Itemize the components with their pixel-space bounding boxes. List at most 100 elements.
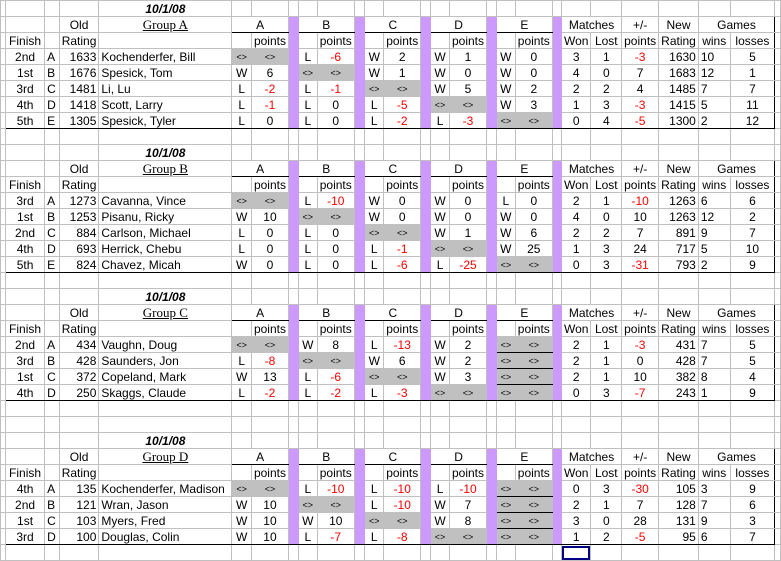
finish[interactable]: 5th [4, 256, 46, 273]
self-match-marker[interactable]: <> [316, 496, 355, 513]
divider[interactable] [420, 256, 432, 273]
match-points[interactable]: 10 [250, 512, 289, 529]
empty-cell[interactable] [495, 0, 516, 17]
opponent-header-d[interactable]: D [430, 304, 488, 321]
empty-cell[interactable] [420, 432, 432, 449]
header-lost[interactable]: Lost [590, 32, 623, 49]
empty-cell[interactable] [774, 144, 781, 161]
header-matches[interactable]: Matches [560, 448, 623, 465]
matches-won[interactable]: 2 [560, 352, 592, 369]
match-points[interactable]: 0 [250, 112, 289, 129]
empty-cell[interactable] [495, 144, 516, 161]
divider[interactable] [486, 384, 497, 401]
divider[interactable] [287, 496, 299, 513]
empty-cell[interactable] [621, 544, 660, 561]
games-losses[interactable]: 5 [729, 48, 776, 65]
empty-cell[interactable] [250, 544, 289, 561]
empty-cell[interactable] [486, 544, 497, 561]
match-result[interactable]: L [231, 112, 252, 129]
empty-cell[interactable] [287, 400, 299, 417]
empty-cell[interactable] [297, 144, 318, 161]
finish[interactable]: 4th [4, 384, 46, 401]
seed[interactable]: C [44, 368, 60, 385]
match-result[interactable]: L [364, 112, 385, 129]
match-result[interactable]: L [364, 240, 385, 257]
new-rating[interactable]: 105 [658, 480, 699, 497]
empty-cell[interactable] [658, 432, 699, 449]
empty-cell[interactable] [44, 432, 60, 449]
empty-cell[interactable] [774, 0, 781, 17]
empty-cell[interactable] [364, 32, 385, 49]
match-points[interactable]: 6 [250, 64, 289, 81]
header-losses[interactable]: losses [729, 176, 776, 193]
self-match-marker[interactable]: <> [514, 112, 553, 129]
divider[interactable] [551, 336, 562, 353]
matches-won[interactable]: 4 [560, 64, 592, 81]
new-rating[interactable]: 382 [658, 368, 699, 385]
divider[interactable] [420, 528, 432, 545]
empty-cell[interactable] [774, 192, 781, 209]
divider[interactable] [287, 32, 299, 49]
games-losses[interactable]: 1 [729, 64, 776, 81]
empty-cell[interactable] [4, 432, 46, 449]
empty-cell[interactable] [560, 0, 592, 17]
divider[interactable] [287, 384, 299, 401]
empty-cell[interactable] [364, 320, 385, 337]
new-rating[interactable]: 1300 [658, 112, 699, 129]
match-points[interactable]: 6 [514, 224, 553, 241]
empty-cell[interactable] [297, 128, 318, 145]
empty-cell[interactable] [448, 144, 488, 161]
empty-cell[interactable] [621, 144, 660, 161]
divider[interactable] [420, 240, 432, 257]
divider[interactable] [551, 96, 562, 113]
header-rating[interactable]: Rating [58, 464, 100, 481]
games-losses[interactable]: 7 [729, 528, 776, 545]
empty-cell[interactable] [495, 416, 516, 433]
matches-lost[interactable]: 3 [590, 256, 623, 273]
new-rating[interactable]: 1263 [658, 192, 699, 209]
match-result[interactable]: W [231, 528, 252, 545]
self-match-marker[interactable]: <> [250, 48, 289, 65]
opponent-header-e[interactable]: E [495, 16, 553, 33]
match-result[interactable]: L [364, 384, 385, 401]
empty-cell[interactable] [774, 432, 781, 449]
opponent-header-e[interactable]: E [495, 448, 553, 465]
old-rating[interactable]: 824 [58, 256, 100, 273]
player-name[interactable]: Kochenderfer, Bill [98, 48, 233, 65]
empty-cell[interactable] [774, 448, 781, 465]
empty-cell[interactable] [364, 0, 385, 17]
divider[interactable] [287, 464, 299, 481]
header-points[interactable]: points [448, 320, 488, 337]
empty-cell[interactable] [44, 288, 60, 305]
match-result[interactable]: W [231, 208, 252, 225]
empty-cell[interactable] [420, 0, 432, 17]
opponent-header-b[interactable]: B [297, 16, 355, 33]
matches-won[interactable]: 1 [560, 240, 592, 257]
empty-cell[interactable] [98, 400, 233, 417]
divider[interactable] [353, 192, 366, 209]
divider[interactable] [353, 96, 366, 113]
match-points[interactable]: 0 [514, 64, 553, 81]
divider[interactable] [353, 48, 366, 65]
divider[interactable] [353, 368, 366, 385]
divider[interactable] [420, 384, 432, 401]
match-result[interactable]: L [297, 528, 318, 545]
match-points[interactable]: -1 [383, 240, 422, 257]
match-result[interactable]: W [430, 496, 450, 513]
empty-cell[interactable] [58, 288, 100, 305]
empty-cell[interactable] [658, 0, 699, 17]
match-result[interactable]: L [430, 256, 450, 273]
header-losses[interactable]: losses [729, 32, 776, 49]
empty-cell[interactable] [98, 464, 233, 481]
empty-cell[interactable] [383, 128, 422, 145]
match-result[interactable]: W [495, 48, 516, 65]
divider[interactable] [486, 160, 497, 177]
empty-cell[interactable] [621, 272, 660, 289]
match-points[interactable]: 6 [383, 352, 422, 369]
games-wins[interactable]: 6 [697, 192, 731, 209]
empty-cell[interactable] [364, 432, 385, 449]
empty-cell[interactable] [430, 144, 450, 161]
finish[interactable]: 3rd [4, 192, 46, 209]
header-plusminus[interactable]: +/- [621, 160, 660, 177]
header-points[interactable]: points [250, 320, 289, 337]
